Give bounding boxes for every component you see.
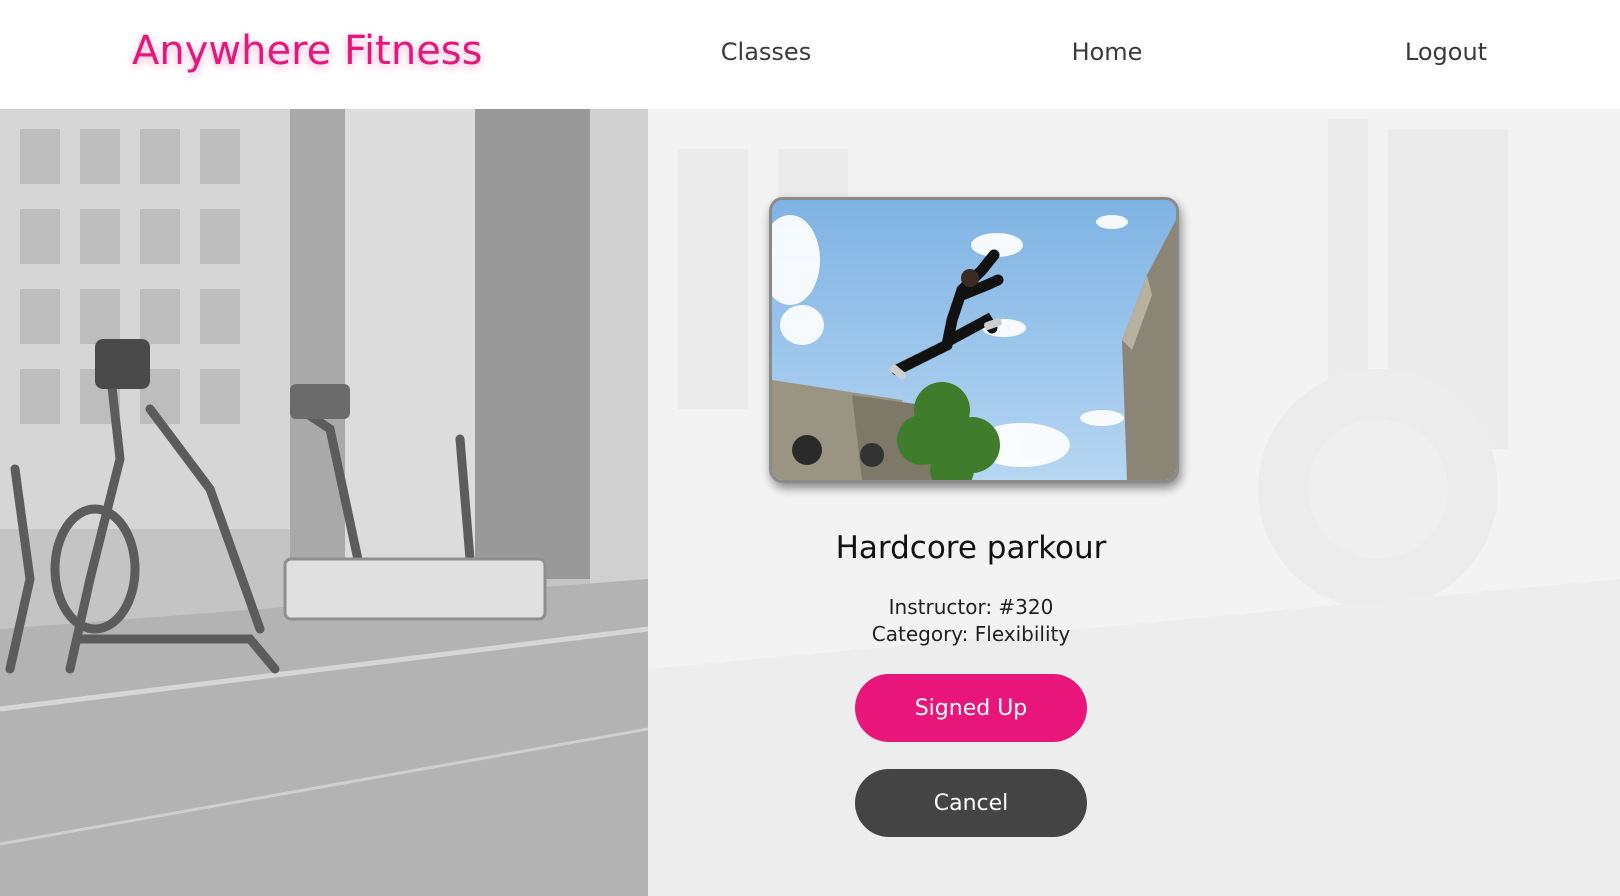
nav-link-logout[interactable]: Logout [1405,38,1487,66]
signed-up-button[interactable]: Signed Up [855,674,1087,742]
gym-background-image [0,109,648,896]
nav-link-home[interactable]: Home [1072,38,1143,66]
parkour-photo [772,200,1176,480]
instructor-label: Instructor: #320 [888,595,1054,619]
nav-link-classes[interactable]: Classes [721,38,811,66]
brand-logo-text[interactable]: Anywhere Fitness [132,28,483,74]
cancel-button[interactable]: Cancel [855,769,1087,837]
category-label: Category: Flexibility [871,622,1071,646]
class-title: Hardcore parkour [835,530,1107,566]
gym-photo-grayscale [0,109,648,896]
class-image-card [769,197,1179,483]
top-navbar: Anywhere Fitness Classes Home Logout [0,0,1620,109]
